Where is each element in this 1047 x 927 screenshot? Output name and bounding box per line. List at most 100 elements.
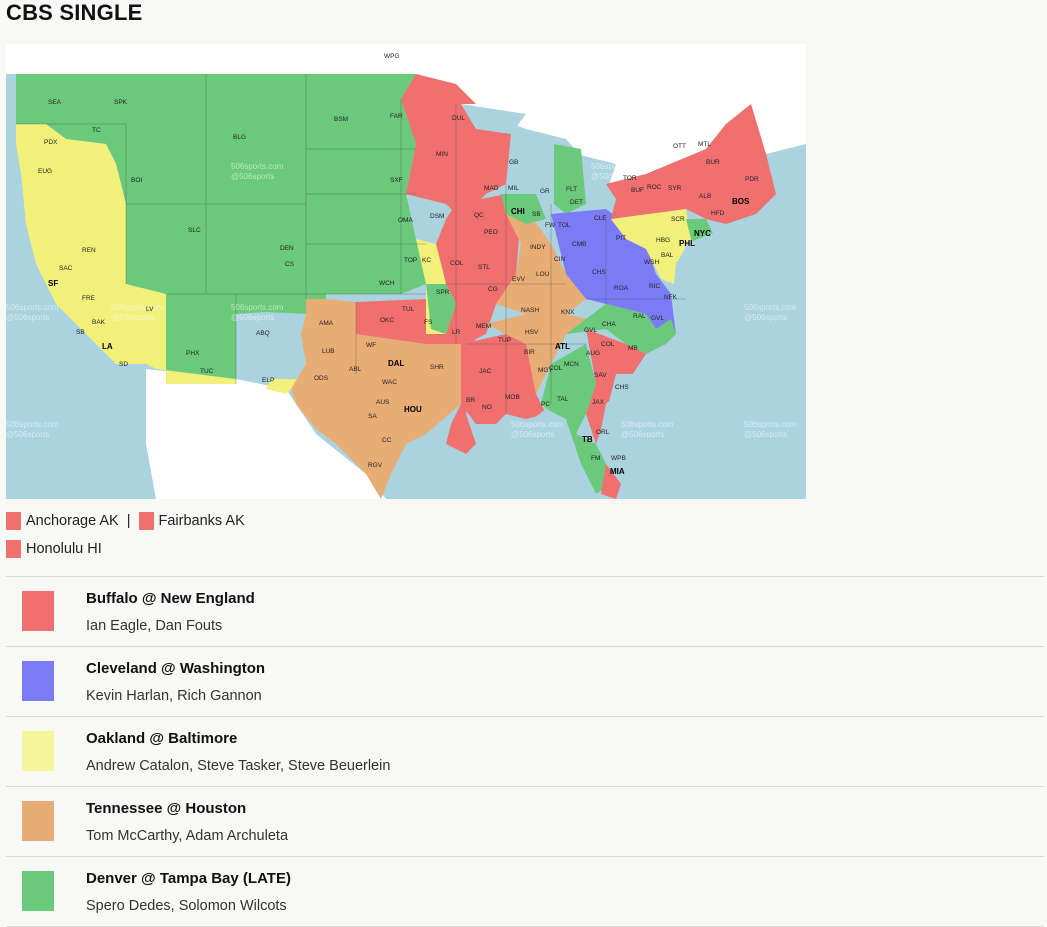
city-label: DET bbox=[570, 199, 583, 206]
city-label: ABL bbox=[349, 366, 362, 373]
svg-text:@506sports: @506sports bbox=[231, 430, 274, 439]
city-label: CS bbox=[285, 261, 295, 268]
city-label: BIR bbox=[524, 349, 535, 356]
city-label: PDR bbox=[745, 176, 759, 183]
city-label: TOR bbox=[623, 175, 637, 182]
svg-text:506sports.com: 506sports.com bbox=[744, 303, 797, 312]
city-label: CHA bbox=[602, 321, 616, 328]
city-label: PIT bbox=[616, 235, 626, 242]
separator: | bbox=[126, 513, 131, 529]
city-label: AMA bbox=[319, 320, 334, 327]
city-label: BOI bbox=[131, 177, 142, 184]
broadcast-crew: Andrew Catalon, Steve Tasker, Steve Beue… bbox=[86, 758, 391, 774]
svg-text:506sports.com: 506sports.com bbox=[6, 420, 59, 429]
city-label-major: PHL bbox=[679, 239, 695, 248]
svg-text:@506sports: @506sports bbox=[231, 172, 274, 181]
city-label: JAX bbox=[592, 399, 605, 406]
broadcast-crew: Kevin Harlan, Rich Gannon bbox=[86, 688, 262, 704]
city-label: REN bbox=[82, 247, 96, 254]
city-label-major: SF bbox=[48, 279, 58, 288]
game-row: Buffalo @ New England Ian Eagle, Dan Fou… bbox=[6, 576, 1044, 646]
game-matchup: Buffalo @ New England bbox=[86, 590, 255, 607]
alaska-row: Anchorage AK | Fairbanks AK bbox=[6, 512, 245, 530]
svg-text:506sports.com: 506sports.com bbox=[111, 303, 164, 312]
svg-text:506sports.com: 506sports.com bbox=[616, 47, 669, 56]
city-label: ABQ bbox=[256, 330, 270, 337]
city-label: BLG bbox=[233, 134, 246, 141]
city-label: MOB bbox=[505, 394, 520, 401]
city-label: CLE bbox=[594, 215, 607, 222]
city-label: CHS bbox=[615, 384, 629, 391]
city-label: DSM bbox=[430, 213, 444, 220]
game-list: Buffalo @ New England Ian Eagle, Dan Fou… bbox=[6, 576, 1044, 927]
game-matchup: Cleveland @ Washington bbox=[86, 660, 266, 677]
city-label: HFD bbox=[711, 210, 725, 217]
city-label: RAL bbox=[633, 313, 646, 320]
city-label: MAD bbox=[484, 185, 499, 192]
city-label: PHX bbox=[186, 350, 200, 357]
city-label: SXF bbox=[390, 177, 403, 184]
game-row: Cleveland @ Washington Kevin Harlan, Ric… bbox=[6, 646, 1044, 716]
svg-text:506sports.com: 506sports.com bbox=[231, 420, 284, 429]
city-label: CC bbox=[382, 437, 392, 444]
svg-text:@506sports: @506sports bbox=[111, 313, 154, 322]
city-label: DEN bbox=[280, 245, 294, 252]
city-label: AUG bbox=[586, 350, 600, 357]
city-label: COL bbox=[601, 341, 615, 348]
city-label: MB bbox=[628, 345, 638, 352]
coverage-map[interactable]: 506sports.com @506sports 506sports.com @50… bbox=[6, 44, 806, 499]
city-label: SAV bbox=[594, 372, 607, 379]
city-label: SEA bbox=[48, 99, 62, 106]
city-label: FLT bbox=[566, 186, 577, 193]
city-label: CHS bbox=[592, 269, 606, 276]
city-label-major: LA bbox=[102, 342, 113, 351]
city-label: NASH bbox=[521, 307, 539, 314]
city-label: ODS bbox=[314, 375, 329, 382]
city-label: TOP bbox=[404, 257, 417, 264]
city-label: EUG bbox=[38, 168, 52, 175]
city-label: SD bbox=[119, 361, 128, 368]
svg-text:506sports.com: 506sports.com bbox=[511, 420, 564, 429]
market-label: Anchorage AK bbox=[26, 513, 119, 529]
city-label-major: ATL bbox=[555, 342, 570, 351]
city-label: MEM bbox=[476, 323, 491, 330]
game-row: Tennessee @ Houston Tom McCarthy, Adam A… bbox=[6, 786, 1044, 856]
city-label: MIN bbox=[436, 151, 448, 158]
svg-text:506sports.com: 506sports.com bbox=[744, 420, 797, 429]
city-label: AUS bbox=[376, 399, 390, 406]
city-label: CG bbox=[488, 286, 498, 293]
city-label: TUP bbox=[498, 337, 511, 344]
city-label: OKC bbox=[380, 317, 394, 324]
city-label: SHR bbox=[430, 364, 444, 371]
city-label-major: MIA bbox=[610, 467, 625, 476]
city-label: PDX bbox=[44, 139, 58, 146]
city-label: SPR bbox=[436, 289, 450, 296]
city-label: JAC bbox=[479, 368, 492, 375]
svg-text:506sports.com: 506sports.com bbox=[231, 303, 284, 312]
city-label: NO bbox=[482, 404, 492, 411]
city-label-major: HOU bbox=[404, 405, 422, 414]
city-label: ELP bbox=[262, 377, 274, 384]
city-label: TC bbox=[92, 127, 101, 134]
city-label: FAR bbox=[390, 113, 403, 120]
city-label: CMB bbox=[572, 241, 586, 248]
city-label: TUL bbox=[402, 306, 415, 313]
city-label: ROA bbox=[614, 285, 629, 292]
city-label: EVV bbox=[512, 276, 526, 283]
city-label: MIL bbox=[508, 185, 519, 192]
city-label: QC bbox=[474, 212, 484, 219]
game-matchup: Oakland @ Baltimore bbox=[86, 730, 238, 747]
city-label: MCN bbox=[564, 361, 579, 368]
city-label: INDY bbox=[530, 244, 546, 251]
color-swatch bbox=[6, 540, 21, 558]
svg-text:506sports.com: 506sports.com bbox=[591, 162, 644, 171]
city-label: SA bbox=[368, 413, 377, 420]
svg-text:506sports.com: 506sports.com bbox=[246, 47, 299, 56]
city-label: BSM bbox=[334, 116, 348, 123]
market-label: Honolulu HI bbox=[26, 541, 102, 557]
color-swatch bbox=[6, 512, 21, 530]
city-label: WPG bbox=[384, 53, 400, 60]
svg-text:@506sports: @506sports bbox=[616, 57, 659, 66]
game-matchup: Denver @ Tampa Bay (LATE) bbox=[86, 870, 291, 887]
color-swatch bbox=[22, 731, 54, 771]
